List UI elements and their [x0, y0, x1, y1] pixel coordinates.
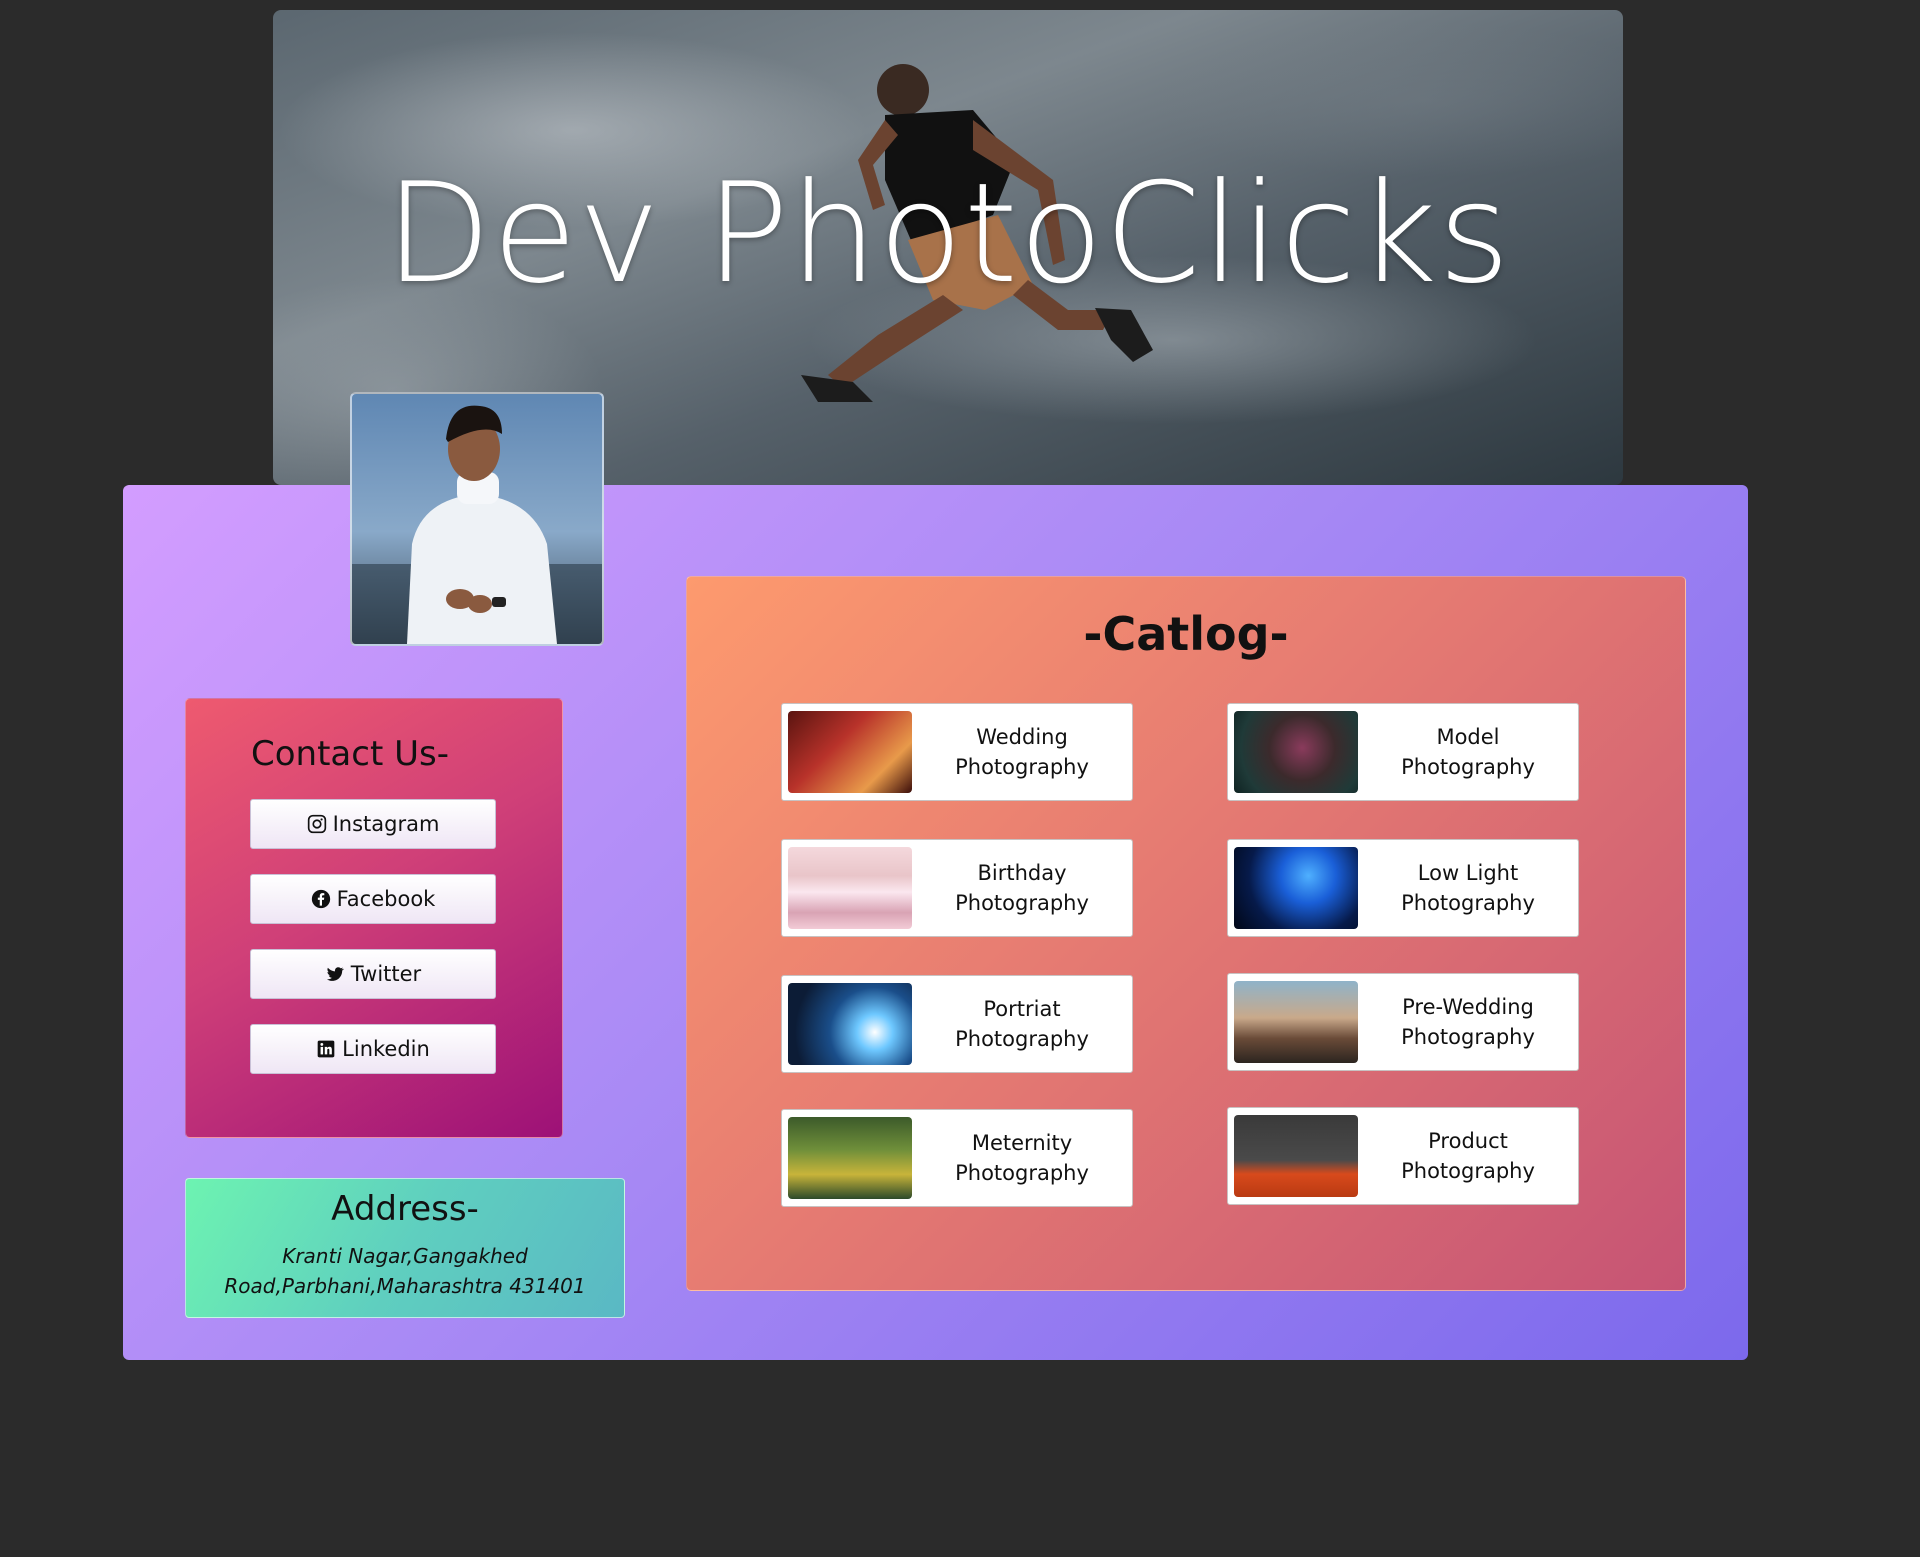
catalog-item-label: Pre-Wedding Photography — [1401, 995, 1535, 1049]
catalog-item-label: Model Photography — [1401, 725, 1535, 779]
model-thumbnail — [1234, 711, 1358, 793]
profile-avatar — [350, 392, 604, 646]
facebook-icon — [311, 889, 330, 909]
birthday-thumbnail — [788, 847, 912, 929]
catalog-item-maternity[interactable]: Meternity Photography — [781, 1109, 1133, 1207]
address-title: Address- — [331, 1189, 479, 1229]
catalog-item-pre-wedding[interactable]: Pre-Wedding Photography — [1227, 973, 1579, 1071]
catalog-item-product[interactable]: Product Photography — [1227, 1107, 1579, 1205]
facebook-button[interactable]: Facebook — [250, 874, 496, 924]
facebook-label: Facebook — [336, 887, 436, 911]
product-thumbnail — [1234, 1115, 1358, 1197]
catalog-item-label: Product Photography — [1401, 1129, 1535, 1183]
instagram-icon — [307, 814, 326, 834]
pre-wedding-thumbnail — [1234, 981, 1358, 1063]
portrait-thumbnail — [788, 983, 912, 1065]
address-text: Kranti Nagar,Gangakhed Road,Parbhani,Mah… — [224, 1244, 586, 1298]
catalog-title: -Catlog- — [1083, 607, 1289, 661]
catalog-box: -Catlog- Wedding Photography Model Photogr… — [686, 576, 1686, 1291]
catalog-item-label: Birthday Photography — [955, 861, 1089, 915]
twitter-button[interactable]: Twitter — [250, 949, 496, 999]
catalog-item-low-light[interactable]: Low Light Photography — [1227, 839, 1579, 937]
site-title: Dev PhotoClicks — [384, 153, 1512, 314]
catalog-item-label: Meternity Photography — [955, 1131, 1089, 1185]
wedding-thumbnail — [788, 711, 912, 793]
catalog-item-portrait[interactable]: Portriat Photography — [781, 975, 1133, 1073]
maternity-thumbnail — [788, 1117, 912, 1199]
avatar-portrait-image — [352, 405, 602, 644]
linkedin-label: Linkedin — [342, 1037, 430, 1061]
instagram-label: Instagram — [332, 812, 440, 836]
contact-title: Contact Us- — [251, 734, 449, 774]
linkedin-icon — [317, 1040, 335, 1058]
catalog-item-label: Portriat Photography — [955, 997, 1089, 1051]
contact-us-box: Contact Us- Instagram Facebook Twitter L… — [185, 698, 563, 1138]
address-box: Address- Kranti Nagar,Gangakhed Road,Par… — [185, 1178, 625, 1318]
low-light-thumbnail — [1234, 847, 1358, 929]
instagram-button[interactable]: Instagram — [250, 799, 496, 849]
twitter-icon — [326, 967, 344, 981]
catalog-item-model[interactable]: Model Photography — [1227, 703, 1579, 801]
linkedin-button[interactable]: Linkedin — [250, 1024, 496, 1074]
twitter-label: Twitter — [350, 962, 422, 986]
catalog-item-birthday[interactable]: Birthday Photography — [781, 839, 1133, 937]
catalog-item-label: Low Light Photography — [1401, 861, 1535, 915]
catalog-item-wedding[interactable]: Wedding Photography — [781, 703, 1133, 801]
catalog-item-label: Wedding Photography — [955, 725, 1089, 779]
